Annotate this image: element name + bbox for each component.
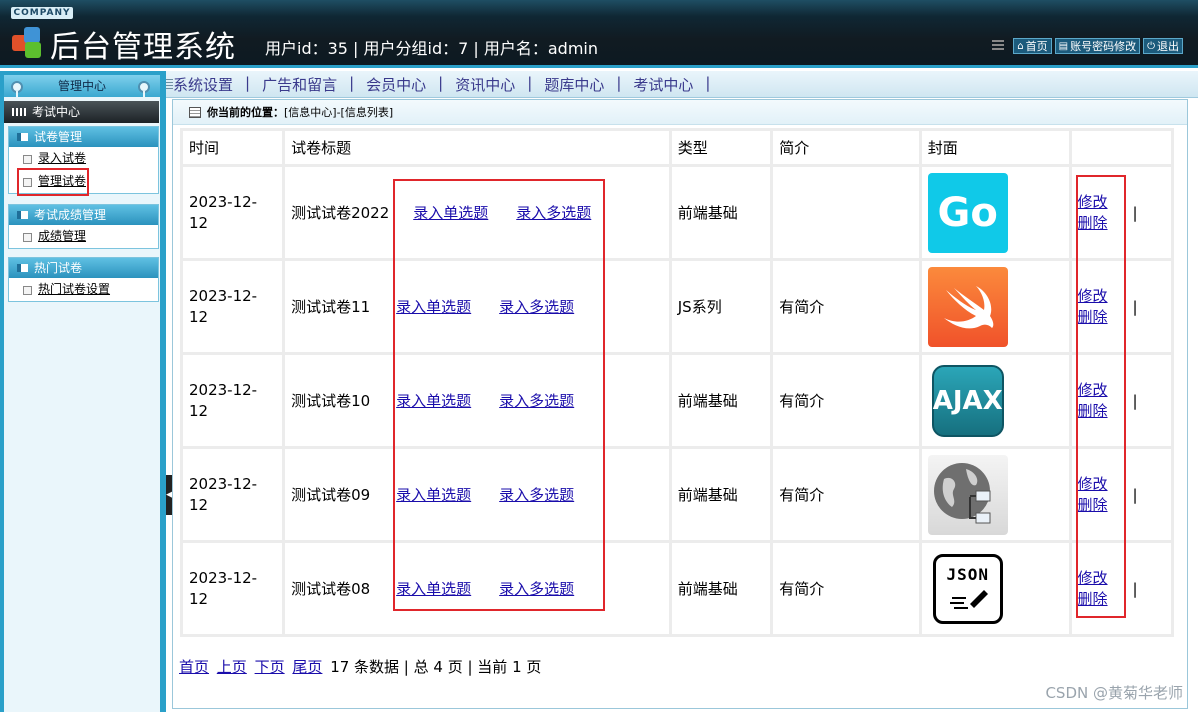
highlight-box (393, 179, 605, 611)
page-icon (23, 155, 32, 164)
system-title: 后台管理系统 (50, 30, 236, 65)
nav-item-news[interactable]: 资讯中心 (455, 74, 515, 95)
home-link[interactable]: ⌂ 首页 (1013, 38, 1052, 54)
nav-item-exams[interactable]: 考试中心 (633, 74, 693, 95)
top-nav: 系统设置 | 广告和留言 | 会员中心 | 资讯中心 | 题库中心 | 考试中心 | (160, 71, 1198, 98)
nav-item-members[interactable]: 会员中心 (366, 74, 426, 95)
group-header[interactable]: 考试成绩管理 (9, 205, 158, 225)
header-type: 类型 (671, 131, 771, 164)
sidebar-group-scores: 考试成绩管理 成绩管理 (8, 204, 159, 249)
row-cover: AJAX (921, 355, 1069, 446)
pen-icon (949, 589, 988, 609)
paper-title: 测试试卷08 (291, 580, 371, 598)
row-intro: 有简介 (773, 261, 919, 352)
nav-item-questions[interactable]: 题库中心 (544, 74, 604, 95)
group-header[interactable]: 热门试卷 (9, 258, 158, 278)
row-type: 前端基础 (671, 167, 771, 258)
header-intro: 简介 (773, 131, 919, 164)
user-info: 用户id：35 | 用户分组id：7 | 用户名：admin (265, 39, 599, 58)
paper-title: 测试试卷11 (291, 298, 371, 316)
breadcrumb: 你当前的位置：[信息中心]-[信息列表] (173, 100, 1187, 125)
header-ops (1071, 131, 1171, 164)
cover-label: JSON (946, 564, 989, 584)
row-intro (773, 167, 919, 258)
cover-image: Go (927, 172, 1008, 253)
sidebar-active-section[interactable]: 考试中心 (4, 101, 159, 123)
cover-image: AJAX (927, 360, 1008, 441)
page-icon (23, 233, 32, 242)
row-type: 前端基础 (671, 449, 771, 540)
paper-table: 时间 试卷标题 类型 简介 封面 2023-12- 12 测试试卷2022 录入单选… (180, 128, 1174, 637)
table-row: 2023-12- 12 测试试卷10 录入单选题 录入多选题 前端基础 有简介 AJA… (183, 355, 1171, 446)
grid-icon (12, 108, 26, 116)
row-intro: 有简介 (773, 543, 919, 634)
table-row: 2023-12-12 测试试卷09录入单选题录入多选题 前端基础 有简介 glo… (183, 449, 1171, 540)
list-icon (992, 40, 1005, 52)
top-links: ⌂ 首页 ▤ 账号密码修改 ⏻ 退出 (992, 38, 1183, 54)
row-date: 2023-12- 12 (183, 355, 283, 446)
row-cover: globe (921, 449, 1069, 540)
row-cover: swift (921, 261, 1069, 352)
globe-icon: globe (927, 454, 1008, 535)
cover-label: Go (937, 189, 998, 236)
row-date: 2023-12- 12 (183, 261, 283, 352)
paper-title: 测试试卷10 (291, 392, 371, 410)
pagination: 首页 上页 下页 尾页 17 条数据 | 总 4 页 | 当前 1 页 (179, 656, 541, 677)
header-time: 时间 (183, 131, 283, 164)
row-intro: 有简介 (773, 355, 919, 446)
header-title: 试卷标题 (285, 131, 669, 164)
swift-icon: swift (927, 266, 1008, 347)
highlight-box (1076, 175, 1126, 618)
power-icon: ⏻ (1147, 40, 1155, 52)
sidebar-item-hot-settings[interactable]: 热门试卷设置 (9, 278, 158, 301)
watermark: CSDN @黄菊华老师 (1045, 684, 1183, 702)
paper-title: 测试试卷09 (291, 486, 371, 504)
password-link[interactable]: ▤ 账号密码修改 (1054, 38, 1141, 54)
pin-icon (11, 81, 23, 101)
location-icon (189, 107, 201, 118)
main-content: 你当前的位置：[信息中心]-[信息列表] 时间 试卷标题 类型 简介 封面 20… (172, 99, 1188, 709)
row-date: 2023-12- 12 (183, 449, 283, 540)
home-icon: ⌂ (1017, 40, 1024, 52)
logo-icon (12, 25, 44, 59)
document-icon: ▤ (1058, 40, 1069, 52)
sidebar-item-add-paper[interactable]: 录入试卷 (9, 147, 158, 170)
nav-item-system[interactable]: 系统设置 (173, 74, 233, 95)
header-cover: 封面 (921, 131, 1069, 164)
row-type: 前端基础 (671, 543, 771, 634)
sidebar-group-hot: 热门试卷 热门试卷设置 (8, 257, 159, 302)
table-header-row: 时间 试卷标题 类型 简介 封面 (183, 131, 1171, 164)
sidebar-item-scores[interactable]: 成绩管理 (9, 225, 158, 248)
logout-link[interactable]: ⏻ 退出 (1143, 38, 1183, 54)
pin-icon (138, 81, 150, 101)
next-page-link[interactable]: 下页 (255, 658, 285, 676)
row-date: 2023-12- 12 (183, 167, 283, 258)
table-row: 2023-12- 12 测试试卷2022 录入单选题 录入多选题 前端基础 Go 修改… (183, 167, 1171, 258)
last-page-link[interactable]: 尾页 (292, 658, 322, 676)
table-row: 2023-12- 12 测试试卷08 录入单选题 录入多选题 前端基础 有简介 JSO… (183, 543, 1171, 634)
table-row: 2023-12-12 测试试卷11录入单选题录入多选题 JS系列 有简介 swi… (183, 261, 1171, 352)
page-icon (23, 286, 32, 295)
company-badge: COMPANY (11, 7, 73, 19)
nav-item-ads[interactable]: 广告和留言 (262, 74, 337, 95)
first-page-link[interactable]: 首页 (179, 658, 209, 676)
folder-icon (17, 264, 28, 272)
row-type: 前端基础 (671, 355, 771, 446)
folder-icon (17, 133, 28, 141)
row-type: JS系列 (671, 261, 771, 352)
highlight-box (17, 168, 89, 196)
prev-page-link[interactable]: 上页 (217, 658, 247, 676)
group-header[interactable]: 试卷管理 (9, 127, 158, 147)
top-header: COMPANY 后台管理系统 用户id：35 | 用户分组id：7 | 用户名：… (0, 0, 1198, 68)
page-info: 17 条数据 | 总 4 页 | 当前 1 页 (330, 658, 542, 676)
cover-image: JSON (927, 548, 1008, 629)
sidebar-header: 管理中心 (4, 75, 160, 97)
row-date: 2023-12- 12 (183, 543, 283, 634)
row-intro: 有简介 (773, 449, 919, 540)
row-cover: Go (921, 167, 1069, 258)
cover-label: AJAX (932, 385, 1003, 416)
row-cover: JSON (921, 543, 1069, 634)
paper-title: 测试试卷2022 (291, 204, 390, 222)
folder-icon (17, 211, 28, 219)
